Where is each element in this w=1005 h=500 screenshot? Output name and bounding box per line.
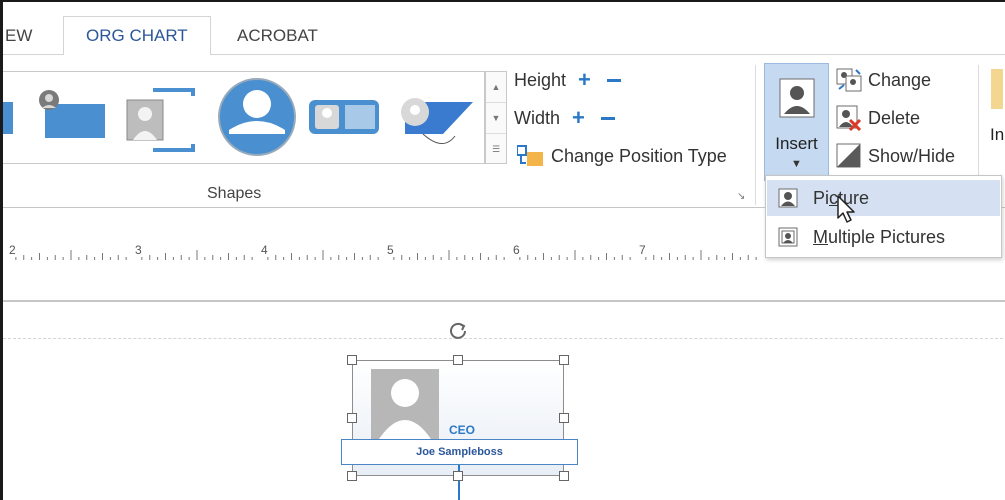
width-increase-icon[interactable]: + [572, 107, 585, 129]
resize-handle-sw[interactable] [347, 471, 357, 481]
tab-org-chart[interactable]: ORG CHART [63, 16, 211, 56]
shapes-gallery-thumbnails [3, 78, 473, 156]
width-label: Width [514, 107, 561, 128]
menu-item-picture[interactable]: Picture [767, 180, 1000, 216]
height-control: Height + [514, 69, 621, 91]
width-decrease-icon[interactable] [600, 116, 615, 120]
tab-acrobat[interactable]: ACROBAT [237, 16, 318, 56]
resize-handle-s[interactable] [453, 471, 463, 481]
change-position-type-button[interactable]: Change Position Type [517, 145, 727, 167]
insert-picture-icon [779, 78, 815, 118]
ribbon-tab-bar: EW ORG CHART ACROBAT [3, 2, 1005, 56]
mouse-cursor-icon [837, 195, 855, 223]
org-node-title: CEO [449, 423, 476, 437]
delete-picture-button[interactable]: Delete [836, 105, 920, 131]
change-picture-button[interactable]: Change [836, 67, 931, 93]
change-position-label: Change Position Type [551, 145, 727, 166]
multiple-pictures-icon [778, 227, 798, 247]
ruler-number: 4 [261, 243, 268, 257]
gallery-more-icon[interactable]: ☰ [486, 134, 506, 165]
ruler-number: 3 [135, 243, 142, 257]
insert-picture-button[interactable]: Insert ▼ [764, 63, 829, 181]
resize-handle-w[interactable] [347, 413, 357, 423]
resize-handle-e[interactable] [559, 413, 569, 423]
shape-option-5[interactable] [309, 100, 379, 134]
next-group-label: In [990, 125, 1005, 144]
shapes-group-label: Shapes [207, 185, 262, 202]
height-increase-icon[interactable]: + [578, 69, 591, 91]
shape-option-6[interactable] [401, 98, 473, 144]
height-label: Height [514, 69, 567, 90]
menu-item-multiple-pictures-label: Multiple Pictures [813, 226, 946, 247]
shape-option-3[interactable] [126, 88, 195, 152]
resize-handle-se[interactable] [559, 471, 569, 481]
app-window: EW ORG CHART ACROBAT ▲ ▼ ☰ Height + Widt… [0, 0, 1005, 500]
show-hide-picture-button[interactable]: Show/Hide [836, 143, 955, 169]
gallery-scroll-down-icon[interactable]: ▼ [486, 103, 506, 134]
ruler-number: 6 [513, 243, 520, 257]
picture-placeholder[interactable] [371, 369, 439, 439]
next-group-icon[interactable] [991, 69, 1003, 109]
person-placeholder-icon [379, 379, 431, 439]
shape-option-2[interactable] [39, 90, 105, 138]
gallery-scroll: ▲ ▼ ☰ [485, 71, 507, 164]
ruler-bottom-border [3, 300, 1005, 304]
ruler-number: 5 [387, 243, 394, 257]
tab-review[interactable]: EW [5, 16, 32, 56]
ruler-number: 7 [639, 243, 646, 257]
org-node-name[interactable]: Joe Sampleboss [341, 439, 578, 465]
dialog-launcher-icon[interactable]: ↘ [737, 191, 745, 202]
change-label: Change [868, 69, 932, 90]
show-hide-label: Show/Hide [868, 145, 956, 166]
height-decrease-icon[interactable] [606, 78, 621, 82]
shape-option-4[interactable] [218, 78, 296, 156]
delete-picture-icon [836, 105, 862, 131]
insert-label: Insert [775, 134, 818, 153]
delete-label: Delete [868, 107, 921, 128]
picture-icon [778, 188, 798, 208]
insert-dropdown-icon: ▼ [791, 158, 802, 170]
shape-option-1[interactable] [3, 102, 13, 134]
show-hide-picture-icon [836, 143, 861, 168]
change-position-icon [517, 145, 543, 166]
change-picture-icon [836, 68, 862, 92]
gallery-scroll-up-icon[interactable]: ▲ [486, 72, 506, 103]
insert-dropdown-menu: Picture Multiple Pictures [765, 175, 1002, 258]
group-separator [755, 65, 756, 205]
shapes-gallery [3, 71, 485, 164]
resize-handle-n[interactable] [453, 355, 463, 365]
rotate-handle-icon[interactable] [448, 320, 468, 340]
menu-item-multiple-pictures[interactable]: Multiple Pictures [767, 219, 1000, 255]
resize-handle-nw[interactable] [347, 355, 357, 365]
resize-handle-ne[interactable] [559, 355, 569, 365]
page-margin-guide [3, 338, 1005, 339]
ruler-number: 2 [9, 243, 16, 257]
width-control: Width + [514, 107, 615, 129]
